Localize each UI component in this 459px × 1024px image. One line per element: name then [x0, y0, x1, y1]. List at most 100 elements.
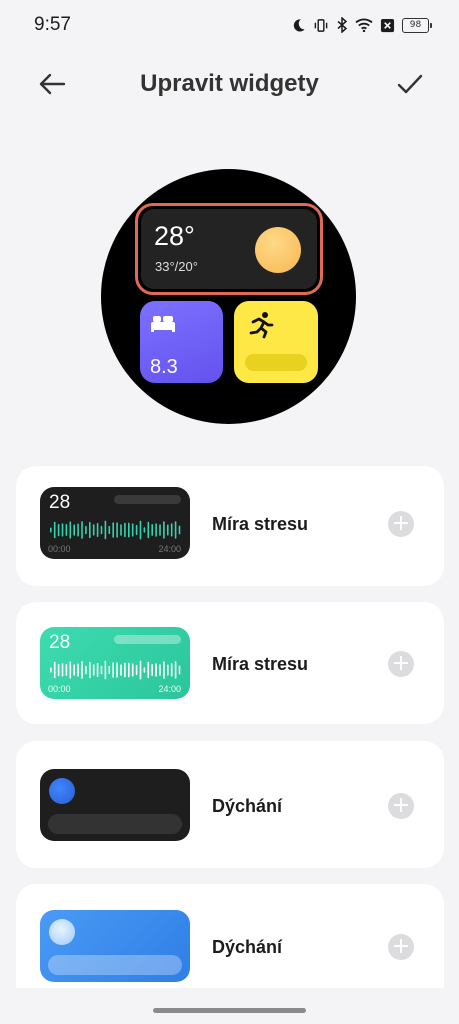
widget-label: Dýchání [212, 937, 283, 957]
wave-bar [116, 662, 118, 678]
status-bar: 9:57 98 [0, 0, 459, 50]
widget-card-breathing-dark[interactable]: Dýchání + [16, 741, 444, 868]
widget-thumbnail [40, 769, 190, 841]
back-button[interactable] [32, 64, 72, 104]
wave-bar [69, 661, 72, 679]
wave-bar [81, 661, 83, 679]
running-icon [249, 312, 274, 339]
thumbnail-time-start: 00:00 [48, 684, 71, 694]
wave-bar [159, 524, 161, 536]
status-icons: 98 [291, 17, 432, 33]
widget-label: Míra stresu [212, 654, 309, 674]
thumbnail-bar [48, 955, 182, 975]
wave-bar [100, 525, 103, 535]
widget-card-stress-dark[interactable]: 28 00:00 24:00 Míra stresu + [16, 466, 444, 586]
thumbnail-time-start: 00:00 [48, 544, 71, 554]
wave-bar [151, 524, 153, 536]
wave-bar [143, 667, 146, 673]
wave-bar [120, 664, 122, 676]
widget-label: Dýchání [212, 796, 283, 816]
page-title: Upravit widgety [140, 70, 319, 97]
wave-bar [147, 521, 150, 539]
confirm-button[interactable] [390, 64, 430, 104]
thumbnail-value: 28 [49, 632, 71, 653]
plus-icon: + [391, 651, 411, 676]
wave-bar [174, 521, 177, 539]
wave-bar [57, 523, 60, 537]
wave-bar [139, 660, 142, 680]
home-indicator[interactable] [153, 1008, 306, 1013]
wave-bar [151, 664, 153, 676]
widget-card-breathing-blue[interactable]: Dýchání + [16, 884, 444, 988]
wave-bar [178, 665, 181, 675]
widget-label: Míra stresu [212, 514, 309, 534]
wave-bar [143, 527, 146, 533]
wave-bar [167, 524, 169, 536]
wave-bar [104, 660, 107, 680]
sleep-value: 8.3 [150, 356, 178, 378]
wave-bar [174, 661, 177, 679]
add-widget-button[interactable]: + [388, 934, 414, 960]
wave-bar [73, 664, 75, 676]
wave-bar [124, 522, 126, 538]
wave-bar [85, 665, 87, 675]
wave-bar [92, 664, 95, 676]
thumbnail-time-end: 24:00 [158, 544, 181, 554]
wave-bar [139, 520, 142, 540]
wave-bar [120, 524, 122, 536]
wave-bar [92, 524, 95, 536]
wave-bar [81, 521, 83, 539]
wave-bar [57, 663, 60, 677]
wave-bar [124, 662, 126, 678]
wave-bar [131, 663, 134, 677]
wave-bar [167, 664, 169, 676]
wave-bar [69, 521, 72, 539]
stress-wave [50, 660, 181, 680]
wave-bar [170, 523, 173, 537]
vibrate-icon [314, 18, 328, 32]
plus-icon: + [391, 511, 411, 536]
sleep-widget-preview[interactable]: 8.3 [140, 301, 223, 383]
wave-bar [163, 661, 165, 679]
sun-icon [255, 227, 301, 273]
activity-progress-bar [245, 354, 307, 371]
wave-bar [73, 524, 75, 536]
wave-bar [77, 663, 79, 677]
widget-card-stress-green[interactable]: 28 00:00 24:00 Míra stresu + [16, 602, 444, 724]
wave-bar [53, 661, 56, 679]
wave-bar [131, 523, 134, 537]
breathing-dot-icon [49, 778, 75, 804]
add-widget-button[interactable]: + [388, 511, 414, 537]
wave-bar [135, 664, 138, 676]
weather-widget-preview[interactable]: 28° 33°/20° [135, 203, 323, 295]
wave-bar [77, 523, 79, 537]
status-time: 9:57 [34, 14, 71, 35]
wave-bar [135, 524, 138, 536]
weather-temperature: 28° [154, 221, 195, 251]
wave-bar [61, 523, 64, 537]
battery-icon: 98 [402, 17, 432, 33]
wave-bar [65, 664, 68, 676]
wave-bar [163, 521, 165, 539]
wave-bar [53, 521, 56, 539]
wifi-icon [355, 18, 373, 32]
wave-bar [89, 661, 91, 679]
wave-bar [112, 662, 114, 678]
wave-bar [96, 663, 99, 677]
arrow-left-icon [39, 73, 66, 95]
wave-bar [61, 663, 64, 677]
no-sim-icon [380, 18, 395, 32]
widget-thumbnail [40, 910, 190, 982]
thumbnail-bar [48, 814, 182, 834]
wave-bar [100, 665, 103, 675]
thumbnail-time-end: 24:00 [158, 684, 181, 694]
wave-bar [65, 524, 68, 536]
widget-thumbnail: 28 00:00 24:00 [40, 627, 190, 699]
add-widget-button[interactable]: + [388, 651, 414, 677]
add-widget-button[interactable]: + [388, 793, 414, 819]
activity-widget-preview[interactable] [234, 301, 318, 383]
breathing-dot-icon [49, 919, 75, 945]
wave-bar [116, 522, 118, 538]
weather-range: 33°/20° [155, 259, 198, 274]
wave-bar [112, 522, 114, 538]
